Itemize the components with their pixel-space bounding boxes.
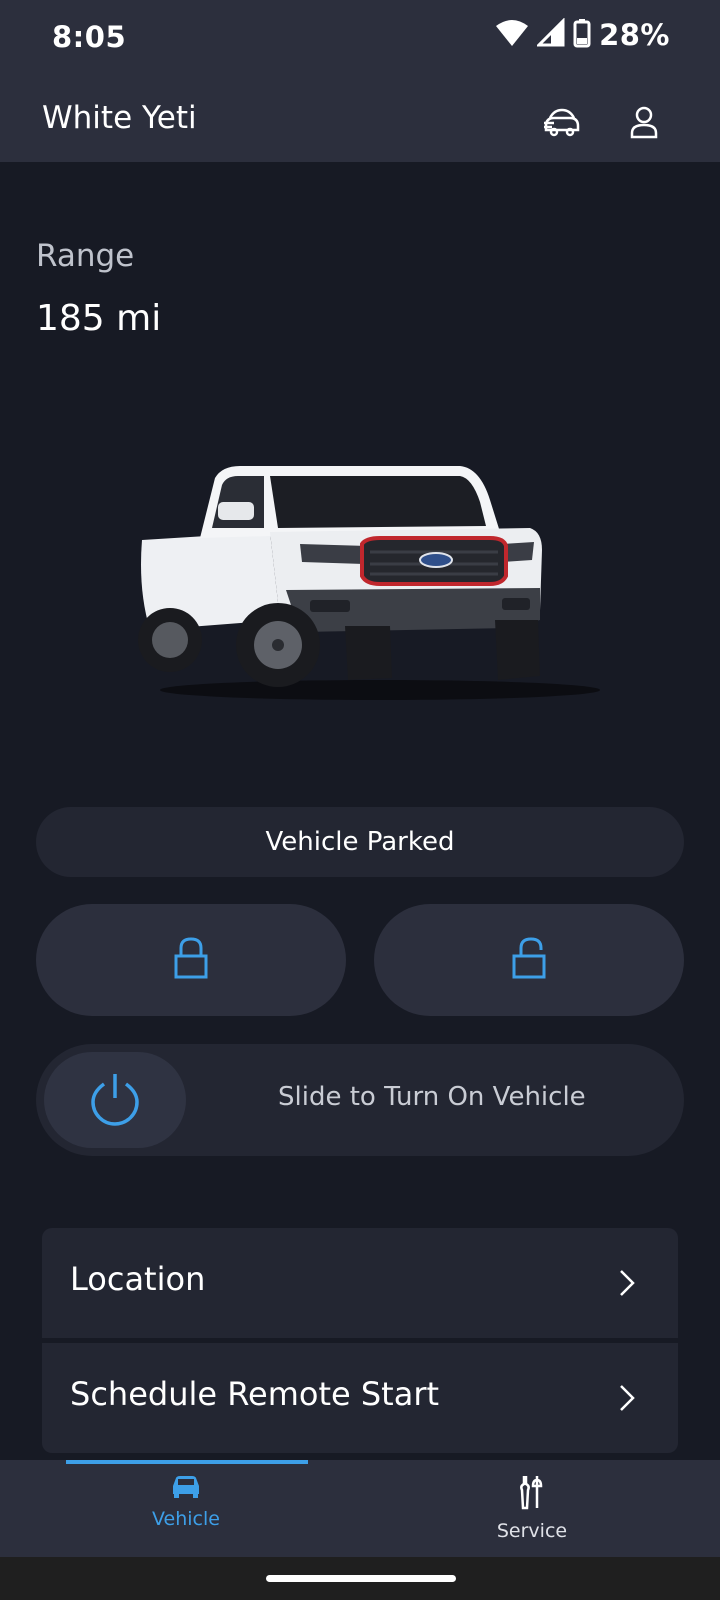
slide-instruction-text: Slide to Turn On Vehicle: [278, 1082, 586, 1112]
vehicle-switch-icon[interactable]: [540, 100, 584, 144]
home-gesture-handle[interactable]: [266, 1575, 456, 1582]
status-icons: 28%: [495, 17, 670, 52]
tab-service-label: Service: [496, 1520, 568, 1542]
bottom-navigation: Vehicle Service: [0, 1460, 720, 1557]
status-time: 8:05: [52, 20, 127, 54]
list-item-schedule-remote-start[interactable]: Schedule Remote Start: [42, 1343, 678, 1453]
lock-icon: [173, 936, 209, 984]
active-tab-indicator: [66, 1460, 308, 1464]
tab-vehicle-label: Vehicle: [152, 1508, 220, 1530]
vehicle-image: [130, 440, 610, 720]
list-item-location[interactable]: Location: [42, 1228, 678, 1338]
battery-percent: 28%: [599, 18, 670, 52]
wifi-icon: [495, 18, 529, 52]
power-icon: [89, 1070, 141, 1130]
unlock-button[interactable]: [374, 904, 684, 1016]
unlock-icon: [511, 936, 547, 984]
range-label: Range: [36, 238, 135, 274]
tab-vehicle[interactable]: Vehicle: [66, 1474, 306, 1554]
status-bar: 8:05 28%: [0, 0, 720, 80]
vehicle-status-pill: Vehicle Parked: [36, 807, 684, 877]
tools-icon: [517, 1476, 547, 1514]
battery-icon: [573, 18, 591, 52]
cell-signal-icon: [535, 17, 565, 52]
vehicle-status-text: Vehicle Parked: [265, 827, 455, 857]
range-value: 185 mi: [36, 298, 162, 339]
list-item-label: Location: [70, 1260, 206, 1298]
chevron-right-icon: [612, 1383, 642, 1413]
vehicle-name-title: White Yeti: [42, 100, 197, 136]
tab-service[interactable]: Service: [412, 1474, 652, 1554]
list-item-label: Schedule Remote Start: [70, 1375, 440, 1413]
slide-to-start-track[interactable]: Slide to Turn On Vehicle: [36, 1044, 684, 1156]
lock-button[interactable]: [36, 904, 346, 1016]
account-icon[interactable]: [622, 100, 666, 144]
gesture-bar: [0, 1557, 720, 1600]
chevron-right-icon: [612, 1268, 642, 1298]
car-icon: [171, 1476, 201, 1502]
app-bar: White Yeti: [0, 80, 720, 162]
slide-power-knob[interactable]: [44, 1052, 186, 1148]
